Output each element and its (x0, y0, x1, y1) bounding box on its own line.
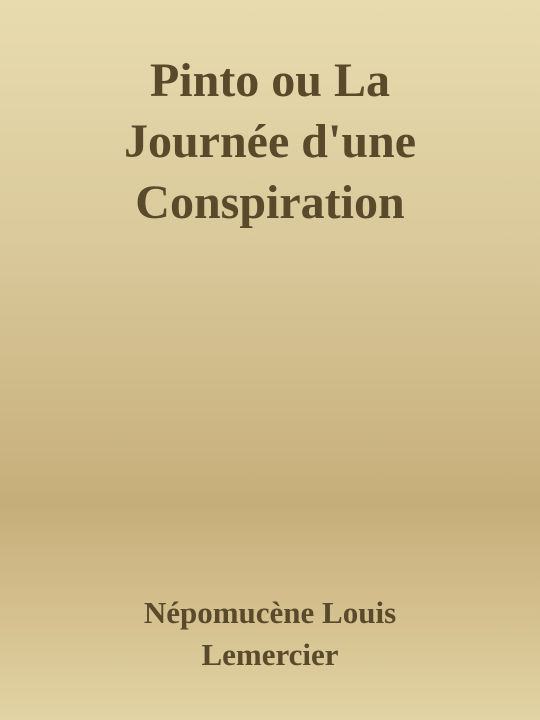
title-line: Journée d'une (123, 115, 417, 168)
book-cover: Pinto ou La Journée d'une Conspiration N… (0, 0, 540, 720)
title-line: Pinto ou La (149, 54, 391, 107)
author-line: Lemercier (201, 637, 339, 672)
author-line: Népomucène Louis (143, 595, 397, 630)
book-author: Népomucène Louis Lemercier (30, 592, 510, 676)
title-line: Conspiration (135, 176, 405, 229)
book-title: Pinto ou La Journée d'une Conspiration (30, 50, 510, 233)
